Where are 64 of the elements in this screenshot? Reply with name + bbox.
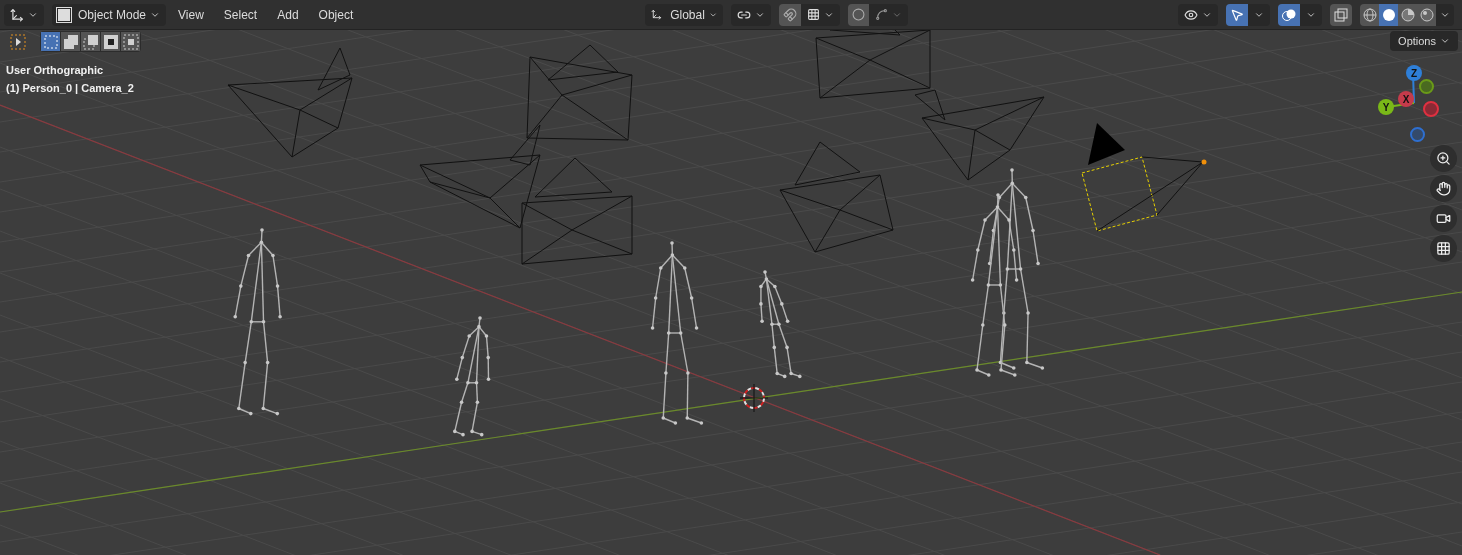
proportional-editing-icon (852, 8, 866, 21)
zoom-icon (1436, 151, 1451, 166)
negative-x-axis-icon (1423, 101, 1439, 117)
menu-item[interactable]: Select (215, 3, 266, 26)
mode-dropdown[interactable]: Object Mode (52, 3, 167, 26)
negative-z-axis-icon (1410, 127, 1425, 142)
select-box-icon (10, 33, 26, 50)
shading-mode-button[interactable] (1360, 3, 1379, 26)
view-name-label: User Orthographic (6, 63, 104, 78)
camera-icon (1436, 211, 1451, 226)
select-mode-button[interactable] (121, 32, 140, 51)
select-subtract-icon (82, 33, 99, 50)
falloff-dropdown[interactable] (869, 3, 909, 26)
falloff-curve-icon (875, 8, 889, 21)
camera-view-button[interactable] (1430, 205, 1457, 232)
gizmo-toggle[interactable] (1226, 3, 1248, 26)
eye-icon (1184, 7, 1198, 22)
object-mode-icon (58, 8, 70, 21)
tool-button[interactable] (8, 31, 28, 52)
shading-mode-button[interactable] (1417, 3, 1436, 26)
options-dropdown[interactable]: Options (1390, 31, 1458, 51)
select-invert-icon (102, 33, 119, 50)
editor-type-button[interactable] (4, 3, 44, 26)
select-mode-button[interactable] (101, 32, 120, 51)
proportional-editing-toggle[interactable] (848, 3, 870, 26)
zoom-button[interactable] (1430, 145, 1457, 172)
overlays-toggle[interactable] (1278, 3, 1300, 26)
axis-label[interactable]: Y (1378, 99, 1394, 115)
select-mode-button[interactable] (81, 32, 100, 51)
snap-increment-icon (807, 8, 821, 21)
3d-cursor-icon (739, 383, 769, 413)
magnet-icon (783, 7, 798, 22)
negative-y-axis-icon (1419, 79, 1434, 94)
menu-item[interactable]: Add (269, 3, 307, 26)
pivot-dropdown[interactable] (731, 3, 772, 26)
projection-toggle-button[interactable] (1430, 235, 1457, 262)
transform-orientation-dropdown[interactable]: Global (645, 3, 724, 26)
gizmo-icon (1230, 7, 1244, 22)
axes-icon (651, 8, 663, 21)
axis-label[interactable]: X (1398, 91, 1414, 107)
rendered-shading-icon (1419, 7, 1434, 22)
snap-toggle[interactable] (779, 3, 802, 26)
menu-item[interactable]: Object (310, 3, 362, 26)
shading-mode-button[interactable] (1398, 3, 1417, 26)
menu-item[interactable]: View (170, 3, 212, 26)
xray-icon (1334, 7, 1348, 22)
select-intersect-icon (122, 33, 139, 50)
active-object-label: (1) Person_0 | Camera_2 (6, 81, 134, 96)
select-new-icon (42, 33, 59, 50)
overlays-icon (1282, 7, 1296, 22)
xray-toggle[interactable] (1330, 3, 1352, 26)
shading-mode-button[interactable] (1379, 3, 1398, 26)
solid-shading-icon (1381, 7, 1396, 22)
visibility-dropdown[interactable] (1178, 3, 1218, 26)
hand-icon (1436, 181, 1451, 196)
select-extend-icon (62, 33, 79, 50)
select-mode-button[interactable] (61, 32, 80, 51)
pan-button[interactable] (1430, 175, 1457, 202)
caret-icon (1440, 36, 1450, 46)
snap-target-dropdown[interactable] (801, 3, 841, 26)
grid-icon (1436, 241, 1451, 256)
material-shading-icon (1400, 7, 1415, 22)
wireframe-shading-icon (1362, 7, 1377, 22)
axis-label[interactable]: Z (1406, 65, 1422, 81)
